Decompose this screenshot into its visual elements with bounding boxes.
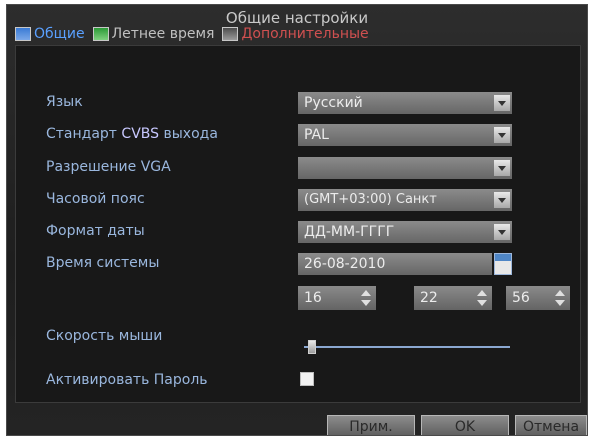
monitor-icon <box>15 27 31 41</box>
spinner-arrows-icon[interactable] <box>553 289 567 307</box>
apply-button[interactable]: Прим. <box>327 415 415 435</box>
second-spinner[interactable]: 56 <box>506 286 570 310</box>
date-format-value: ДД-ММ-ГГГГ <box>304 224 395 240</box>
system-date-value: 26-08-2010 <box>304 256 386 272</box>
hour-spinner[interactable]: 16 <box>298 286 376 310</box>
monitor-icon <box>222 27 239 41</box>
chevron-down-icon[interactable] <box>494 160 510 176</box>
mouse-speed-slider[interactable] <box>304 346 510 348</box>
system-time-label: Время системы <box>46 255 160 271</box>
cvbs-standard-select[interactable]: PAL <box>298 124 512 146</box>
tab-advanced-label: Дополнительные <box>241 26 369 42</box>
mouse-speed-label: Скорость мыши <box>46 328 163 344</box>
cvbs-standard-value: PAL <box>304 127 329 143</box>
tab-general-label: Общие <box>34 26 85 42</box>
chevron-down-icon[interactable] <box>494 95 510 111</box>
cvbs-label-highlight: CVBS <box>121 126 160 142</box>
date-format-select[interactable]: ДД-ММ-ГГГГ <box>298 221 512 243</box>
monitor-icon <box>92 27 109 41</box>
time-zone-select[interactable]: (GMT+03:00) Санкт <box>298 189 512 211</box>
chevron-down-icon[interactable] <box>494 192 510 208</box>
ok-button[interactable]: OK <box>421 415 509 435</box>
settings-panel: Язык Русский Стандарт CVBS выхода PAL Ра… <box>15 45 581 403</box>
enable-password-checkbox[interactable] <box>300 372 314 386</box>
chevron-down-icon[interactable] <box>494 127 510 143</box>
minute-spinner[interactable]: 22 <box>414 286 492 310</box>
vga-resolution-select[interactable] <box>298 157 512 179</box>
spinner-arrows-icon[interactable] <box>475 289 489 307</box>
time-zone-value: (GMT+03:00) Санкт <box>304 192 437 207</box>
tab-advanced[interactable]: Дополнительные <box>222 23 369 45</box>
cvbs-label-post: выхода <box>159 126 218 142</box>
second-value: 56 <box>512 290 530 306</box>
spinner-arrows-icon[interactable] <box>359 289 373 307</box>
cancel-button[interactable]: Отмена <box>515 415 587 435</box>
date-format-label: Формат даты <box>46 223 145 239</box>
calendar-icon[interactable] <box>494 253 512 275</box>
tab-bar: Общие Летнее время Дополнительные <box>15 23 369 45</box>
language-select[interactable]: Русский <box>298 92 512 114</box>
language-label: Язык <box>46 94 83 110</box>
settings-window: Общие настройки Общие Летнее время Допол… <box>6 4 588 436</box>
tab-dst[interactable]: Летнее время <box>92 23 215 45</box>
chevron-down-icon[interactable] <box>494 224 510 240</box>
tab-general[interactable]: Общие <box>15 23 85 45</box>
enable-password-label: Активировать Пароль <box>46 372 208 388</box>
minute-value: 22 <box>420 290 438 306</box>
tab-dst-label: Летнее время <box>111 26 215 42</box>
hour-value: 16 <box>304 290 322 306</box>
time-zone-label: Часовой пояс <box>46 191 145 207</box>
cvbs-standard-label: Стандарт CVBS выхода <box>46 126 218 142</box>
system-date-field[interactable]: 26-08-2010 <box>298 253 492 275</box>
cvbs-label-pre: Стандарт <box>46 126 122 142</box>
slider-thumb[interactable] <box>307 340 316 354</box>
vga-resolution-label: Разрешение VGA <box>46 159 171 175</box>
language-value: Русский <box>304 95 363 111</box>
